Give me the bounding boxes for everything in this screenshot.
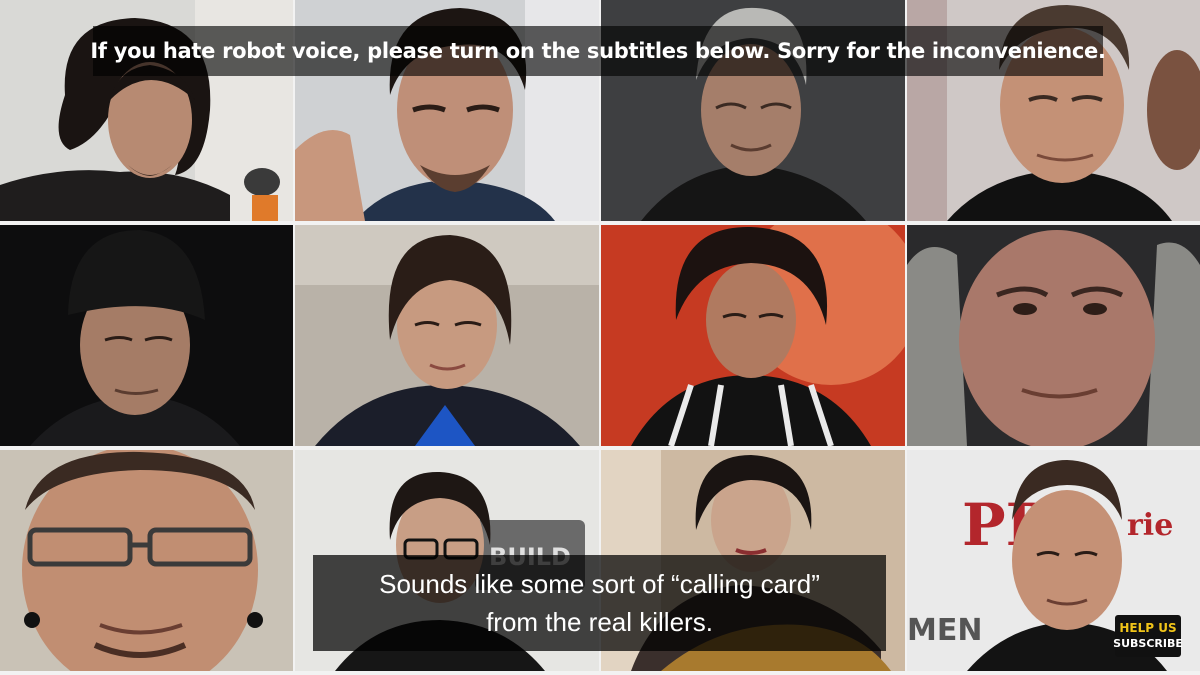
- robot-voice-notice-banner: If you hate robot voice, please turn on …: [90, 26, 1106, 76]
- help-us-subscribe-button[interactable]: HELP US SUBSCRIBE: [1113, 615, 1183, 657]
- subtitle-line-2: from the real killers.: [486, 607, 713, 637]
- portrait-tile-r2c1: [0, 225, 293, 446]
- portrait-tile-r2c3: [601, 225, 905, 446]
- subscribe-label: SUBSCRIBE: [1113, 637, 1183, 650]
- portrait-tile-r2c4: [907, 225, 1200, 446]
- sign-rie-text: rie: [1127, 508, 1173, 543]
- subtitle-caption: Sounds like some sort of “calling card” …: [313, 555, 886, 651]
- portrait-tile-r2c2: [295, 225, 599, 446]
- help-us-label: HELP US: [1119, 621, 1177, 635]
- banner-text: If you hate robot voice, please turn on …: [90, 39, 1106, 63]
- portrait-tile-r3c1: [0, 450, 293, 671]
- subtitle-line-1: Sounds like some sort of “calling card”: [379, 569, 820, 599]
- sign-men-text: MEN: [907, 613, 982, 648]
